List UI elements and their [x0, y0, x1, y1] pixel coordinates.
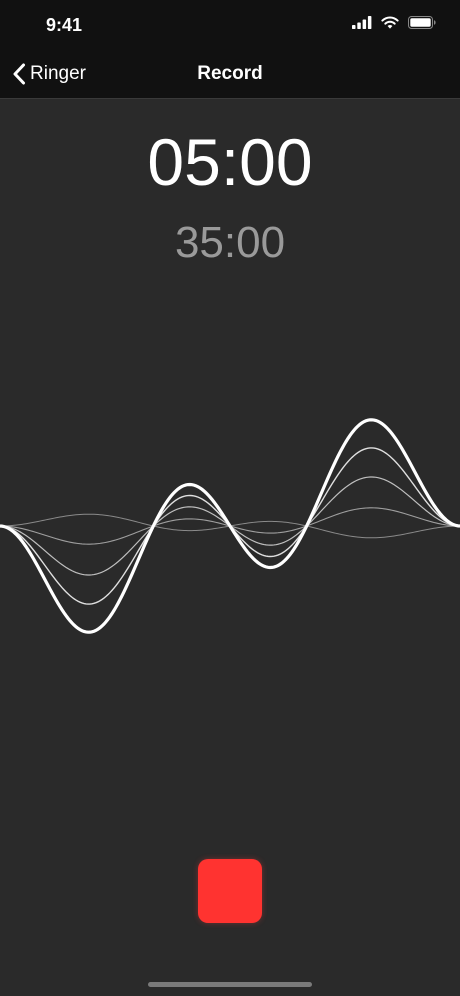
total-duration: 35:00	[174, 218, 286, 267]
home-indicator[interactable]	[148, 982, 312, 987]
wifi-icon	[381, 16, 399, 29]
navigation-bar: Ringer Record	[0, 50, 460, 99]
page-title: Record	[197, 63, 263, 84]
battery-icon	[408, 16, 436, 29]
stop-icon	[198, 859, 262, 923]
stop-button[interactable]	[198, 859, 262, 923]
audio-waveform	[0, 418, 460, 634]
cellular-signal-icon	[352, 16, 372, 29]
waveform-curve-5	[0, 513, 460, 539]
status-time: 9:41	[46, 15, 83, 35]
status-icons	[352, 16, 436, 29]
recording-timer: 05:00	[147, 125, 313, 199]
status-bar: 9:41	[0, 0, 460, 50]
